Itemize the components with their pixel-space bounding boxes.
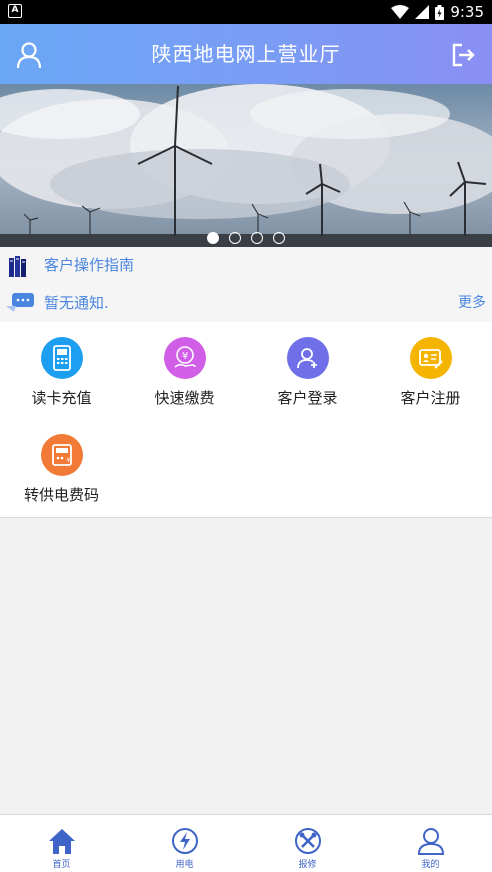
service-quick-pay[interactable]: ¥ 快速缴费 bbox=[123, 337, 246, 408]
service-label: 快速缴费 bbox=[154, 389, 215, 407]
service-customer-login[interactable]: 客户登录 bbox=[246, 337, 369, 408]
tab-repair[interactable]: 报修 bbox=[246, 815, 369, 872]
lightning-icon bbox=[171, 828, 198, 854]
svg-text:¥: ¥ bbox=[66, 457, 70, 464]
logout-icon[interactable] bbox=[448, 40, 478, 70]
carousel-dot[interactable] bbox=[207, 232, 219, 244]
carousel-indicator bbox=[0, 232, 492, 244]
signal-icon bbox=[415, 5, 430, 19]
tab-mine[interactable]: 我的 bbox=[369, 815, 492, 872]
banner-image bbox=[0, 84, 492, 247]
page-title: 陕西地电网上营业厅 bbox=[151, 42, 341, 66]
app-header: 陕西地电网上营业厅 bbox=[0, 24, 492, 84]
service-read-card-recharge[interactable]: 读卡充值 bbox=[0, 337, 123, 408]
status-time: 9:35 bbox=[450, 3, 484, 21]
chat-bubble-icon bbox=[6, 293, 34, 312]
service-label: 客户注册 bbox=[400, 389, 461, 407]
service-label: 客户登录 bbox=[277, 389, 338, 407]
service-label: 转供电费码 bbox=[23, 486, 99, 504]
carousel-dot[interactable] bbox=[229, 232, 241, 244]
status-bar: A 9:35 bbox=[0, 0, 492, 24]
tab-home[interactable]: 首页 bbox=[0, 815, 123, 872]
guide-row[interactable]: 客户操作指南 bbox=[0, 247, 492, 284]
repair-icon bbox=[294, 828, 321, 854]
tab-label: 首页 bbox=[52, 860, 71, 870]
card-reader-icon bbox=[40, 337, 83, 379]
tab-label: 用电 bbox=[175, 860, 194, 870]
wifi-icon bbox=[391, 5, 410, 19]
guide-link[interactable]: 客户操作指南 bbox=[44, 247, 134, 284]
tab-label: 我的 bbox=[421, 860, 440, 870]
carousel-dot[interactable] bbox=[251, 232, 263, 244]
tab-label: 报修 bbox=[298, 860, 317, 870]
books-icon bbox=[9, 256, 26, 277]
service-grid: 读卡充值 ¥ 快速缴费 客户登录 客户注册 ¥ 转供电费码 bbox=[0, 322, 492, 518]
notice-row: 暂无通知. 更多 bbox=[0, 284, 492, 322]
home-icon bbox=[48, 829, 75, 854]
battery-icon bbox=[435, 4, 445, 20]
carousel-dot[interactable] bbox=[273, 232, 285, 244]
status-icons: 9:35 bbox=[391, 0, 484, 24]
meter-icon: ¥ bbox=[40, 434, 83, 476]
id-card-icon bbox=[409, 337, 452, 379]
more-link[interactable]: 更多 bbox=[458, 284, 486, 322]
bottom-navigation: 首页 用电 报修 我的 bbox=[0, 814, 492, 872]
tab-electricity[interactable]: 用电 bbox=[123, 815, 246, 872]
notification-a-icon: A bbox=[8, 4, 22, 18]
svg-text:¥: ¥ bbox=[181, 351, 187, 362]
user-add-icon bbox=[286, 337, 329, 379]
notice-text: 暂无通知. bbox=[44, 294, 109, 312]
profile-icon bbox=[417, 828, 444, 855]
banner-carousel[interactable] bbox=[0, 84, 492, 247]
service-label: 读卡充值 bbox=[31, 389, 92, 407]
service-transfer-fee-code[interactable]: ¥ 转供电费码 bbox=[0, 434, 123, 505]
yuan-hand-icon: ¥ bbox=[163, 337, 206, 379]
service-customer-register[interactable]: 客户注册 bbox=[369, 337, 492, 408]
